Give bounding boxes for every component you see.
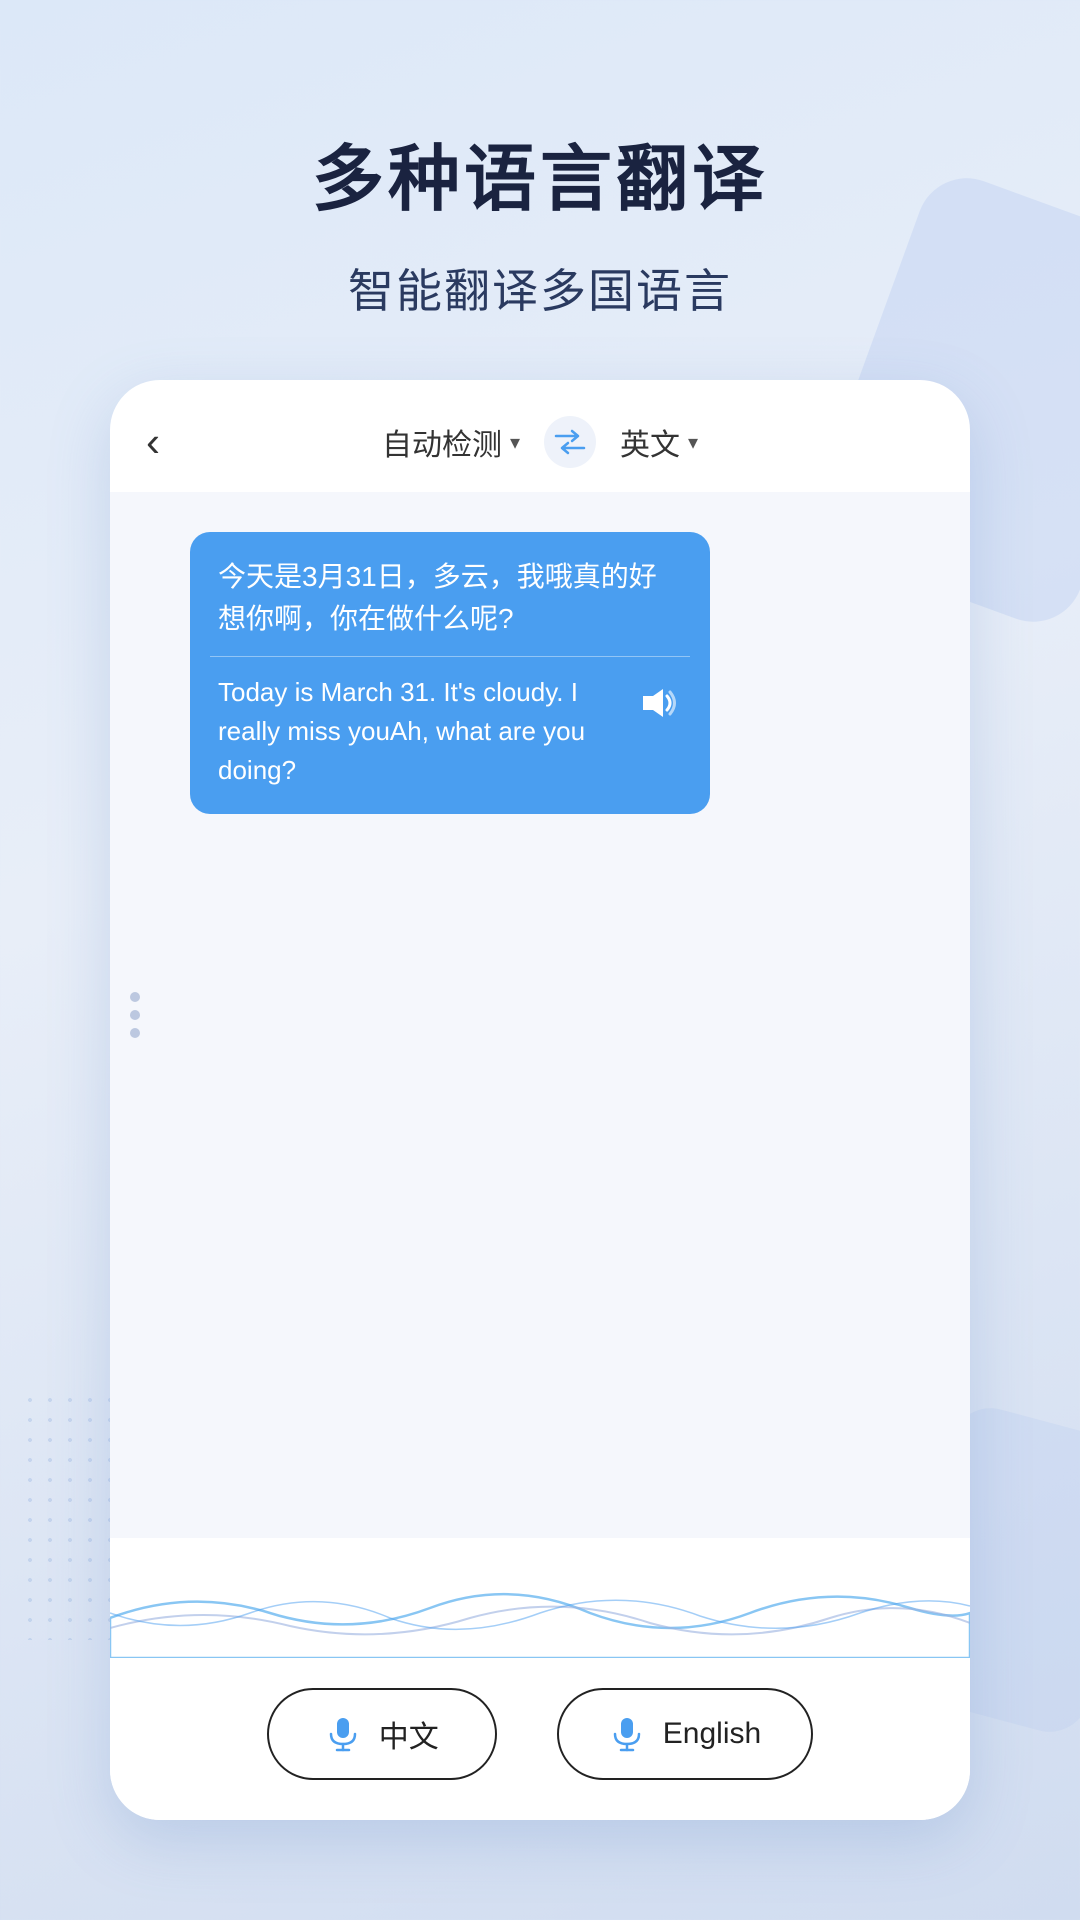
speaker-button[interactable] <box>630 677 682 729</box>
translated-text: Today is March 31. It's cloudy. I really… <box>218 673 614 790</box>
top-bar: ‹ 自动检测 ▾ 英文 ▾ <box>110 380 970 492</box>
phone-card: ‹ 自动检测 ▾ 英文 ▾ <box>110 380 970 1820</box>
target-lang-label: 英文 <box>620 420 680 464</box>
speaker-icon <box>635 682 677 724</box>
dot-1 <box>130 992 140 1002</box>
english-mic-button[interactable]: English <box>557 1688 813 1780</box>
bottom-bar: 中文 English <box>110 1658 970 1820</box>
bubble-original: 今天是3月31日，多云，我哦真的好想你啊，你在做什么呢? <box>190 532 710 656</box>
source-lang-selector[interactable]: 自动检测 ▾ <box>382 420 520 464</box>
target-lang-selector[interactable]: 英文 ▾ <box>620 420 698 464</box>
dot-3 <box>130 1028 140 1038</box>
original-text: 今天是3月31日，多云，我哦真的好想你啊，你在做什么呢? <box>218 556 682 640</box>
header-section: 多种语言翻译 智能翻译多国语言 <box>0 120 1080 321</box>
chat-area: 今天是3月31日，多云，我哦真的好想你啊，你在做什么呢? Today is Ma… <box>110 492 970 1538</box>
language-selector: 自动检测 ▾ 英文 ▾ <box>382 416 698 468</box>
source-lang-label: 自动检测 <box>382 420 502 464</box>
back-button[interactable]: ‹ <box>146 418 160 466</box>
page-title: 多种语言翻译 <box>0 120 1080 225</box>
swap-button[interactable] <box>544 416 596 468</box>
chinese-mic-button[interactable]: 中文 <box>267 1688 497 1780</box>
english-mic-icon <box>609 1716 645 1752</box>
options-dots[interactable] <box>130 992 140 1038</box>
english-label: English <box>663 1717 761 1751</box>
wave-area <box>110 1538 970 1658</box>
source-lang-arrow: ▾ <box>510 430 520 455</box>
message-bubble: 今天是3月31日，多云，我哦真的好想你啊，你在做什么呢? Today is Ma… <box>190 532 710 814</box>
bubble-translated: Today is March 31. It's cloudy. I really… <box>190 657 710 814</box>
target-lang-arrow: ▾ <box>688 430 698 455</box>
dot-2 <box>130 1010 140 1020</box>
page-subtitle: 智能翻译多国语言 <box>0 255 1080 321</box>
swap-icon <box>554 429 586 455</box>
wave-svg <box>110 1558 970 1658</box>
chinese-mic-icon <box>325 1716 361 1752</box>
chinese-label: 中文 <box>379 1712 439 1756</box>
